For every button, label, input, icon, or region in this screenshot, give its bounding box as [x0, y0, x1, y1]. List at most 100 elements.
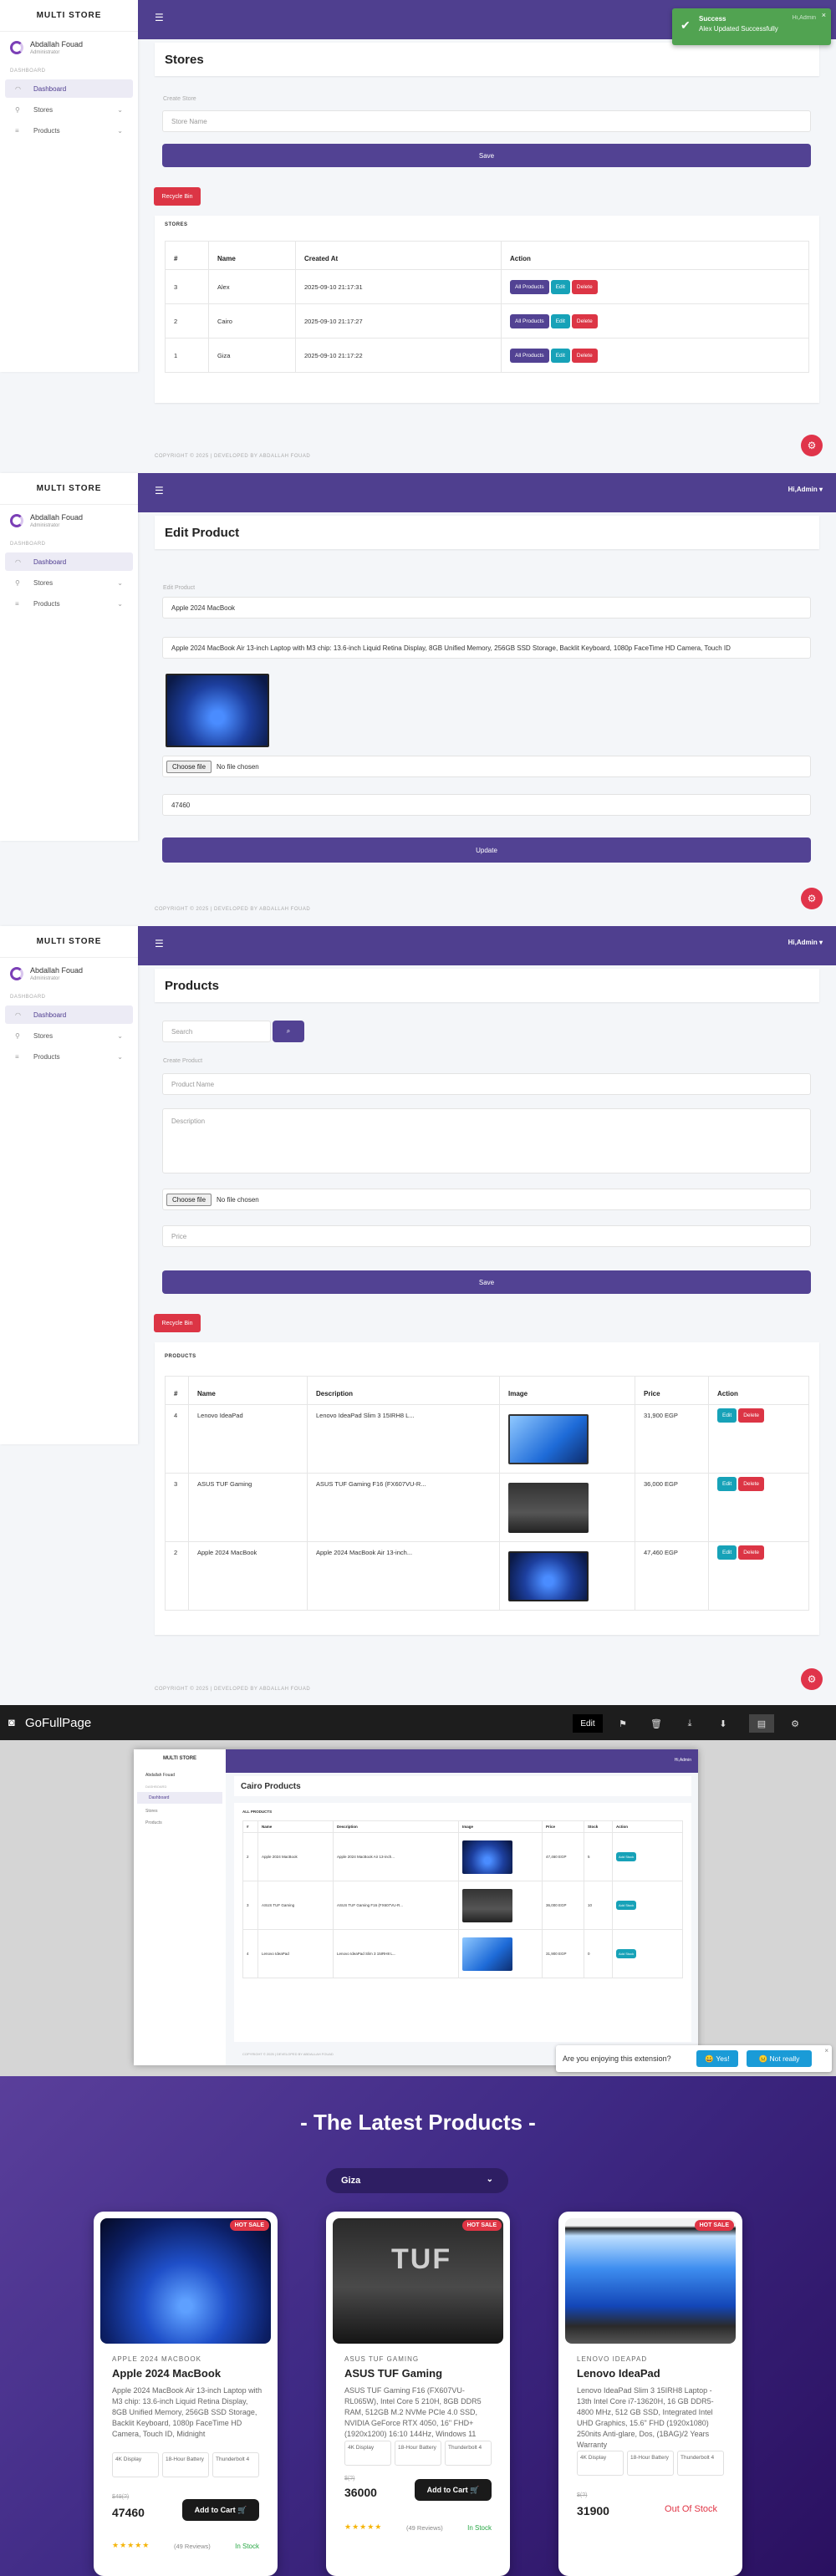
sidebar-item-dashboard[interactable]: ◠ Dashboard: [5, 552, 133, 571]
sidebar-item-dashboard[interactable]: ◠ Dashboard: [5, 79, 133, 98]
col-header: Price: [542, 1820, 584, 1833]
delete-button[interactable]: Delete: [738, 1408, 764, 1423]
col-header: Image: [499, 1376, 635, 1405]
update-button[interactable]: Update: [162, 837, 811, 863]
choose-file-button[interactable]: Choose file: [166, 1193, 212, 1206]
chevron-down-icon: ⌄: [117, 1052, 123, 1061]
col-header: Name: [188, 1376, 308, 1405]
menu-icon[interactable]: ☰: [155, 12, 164, 23]
sidebar-item-label: Stores: [33, 1031, 54, 1040]
sidebar: MULTI STORE Abdallah Fouad Administrator…: [0, 926, 138, 1444]
sidebar-item-products[interactable]: ≡ Products ⌄: [5, 1047, 133, 1066]
row-id: 2: [242, 1832, 258, 1881]
product-thumbnail: [508, 1482, 589, 1533]
admin-dropdown[interactable]: Hi,Admin ▾: [788, 939, 823, 946]
notes-icon[interactable]: ▤: [749, 1714, 774, 1733]
row-actions: Edit Delete: [708, 1541, 809, 1611]
product-specs: 4K Display 18-Hour Battery Thunderbolt 4: [112, 2452, 259, 2477]
add-stock-button[interactable]: Add Stock: [616, 1852, 637, 1861]
product-card[interactable]: HOT SALE APPLE 2024 MACBOOK Apple 2024 M…: [94, 2212, 278, 2576]
row-name: Lenovo IdeaPad: [188, 1404, 308, 1474]
spec-port: Thunderbolt 4: [677, 2451, 724, 2476]
add-to-cart-button[interactable]: Add to Cart 🛒: [182, 2499, 259, 2521]
product-specs: 4K Display 18-Hour Battery Thunderbolt 4: [577, 2451, 724, 2476]
trash-icon[interactable]: 🗑: [644, 1714, 669, 1733]
user-name: Abdallah Fouad: [30, 40, 84, 48]
col-header: Image: [458, 1820, 543, 1833]
product-description-input[interactable]: Apple 2024 MacBook Air 13-inch Laptop wi…: [162, 637, 811, 659]
all-products-button[interactable]: All Products: [510, 279, 549, 294]
close-icon[interactable]: ×: [824, 2047, 828, 2054]
file-input[interactable]: Choose file No file chosen: [162, 1189, 811, 1210]
pdf-download-icon[interactable]: ⤓: [677, 1714, 702, 1733]
settings-fab[interactable]: ⚙: [801, 1668, 823, 1690]
preview-nav-stores: Stores: [145, 1809, 158, 1814]
survey-yes-button[interactable]: 😀 Yes!: [696, 2050, 738, 2067]
store-name-input[interactable]: Store Name: [162, 110, 811, 132]
stores-table: # Name Created At Action 3 Alex 2025-09-…: [165, 241, 809, 373]
delete-button[interactable]: Delete: [571, 279, 598, 294]
store-select[interactable]: Giza ⌄: [326, 2168, 508, 2193]
product-name-input[interactable]: Product Name: [162, 1073, 811, 1095]
row-created: 2025-09-10 21:17:31: [295, 269, 502, 304]
chevron-down-icon: ⌄: [117, 578, 123, 587]
sidebar-item-dashboard[interactable]: ◠ Dashboard: [5, 1005, 133, 1024]
product-thumbnail: [462, 1840, 512, 1874]
admin-dropdown[interactable]: Hi,Admin ▾: [788, 486, 823, 493]
delete-button[interactable]: Delete: [571, 348, 598, 363]
add-stock-button[interactable]: Add Stock: [616, 1901, 637, 1910]
price-input[interactable]: Price: [162, 1225, 811, 1247]
survey-no-button[interactable]: 😐 Not really: [747, 2050, 812, 2067]
recycle-bin-button[interactable]: Recycle Bin: [154, 1314, 201, 1332]
sidebar-item-stores[interactable]: ⚲ Stores ⌄: [5, 1026, 133, 1045]
avatar: [10, 514, 23, 527]
all-products-button[interactable]: All Products: [510, 313, 549, 328]
delete-button[interactable]: Delete: [571, 313, 598, 328]
description-input[interactable]: Description: [162, 1108, 811, 1173]
settings-fab[interactable]: ⚙: [801, 435, 823, 456]
admin-label: Hi,Admin: [788, 486, 818, 493]
product-card[interactable]: HOT SALE LENOVO IDEAPAD Lenovo IdeaPad L…: [558, 2212, 742, 2576]
search-input[interactable]: Search: [162, 1021, 271, 1042]
choose-file-button[interactable]: Choose file: [166, 760, 212, 773]
edit-button[interactable]: Edit: [550, 313, 570, 328]
menu-icon[interactable]: ☰: [155, 938, 164, 949]
add-stock-button[interactable]: Add Stock: [616, 1949, 637, 1958]
settings-fab[interactable]: ⚙: [801, 888, 823, 909]
sidebar-item-stores[interactable]: ⚲ Stores ⌄: [5, 100, 133, 119]
cart-icon: 🛒: [237, 2505, 247, 2514]
close-icon[interactable]: ×: [822, 11, 826, 19]
recycle-bin-button[interactable]: Recycle Bin: [154, 187, 201, 206]
flag-icon[interactable]: ⚑: [610, 1714, 635, 1733]
product-card[interactable]: TUF HOT SALE ASUS TUF GAMING ASUS TUF Ga…: [326, 2212, 510, 2576]
row-name: ASUS TUF Gaming: [188, 1473, 308, 1542]
add-to-cart-button[interactable]: Add to Cart 🛒: [415, 2479, 492, 2501]
price-input[interactable]: 47460: [162, 794, 811, 816]
file-input[interactable]: Choose file No file chosen: [162, 756, 811, 777]
delete-button[interactable]: Delete: [738, 1477, 764, 1491]
row-stock: 10: [584, 1881, 613, 1930]
edit-button[interactable]: Edit: [717, 1408, 737, 1423]
row-id: 2: [165, 1541, 189, 1611]
sidebar-item-products[interactable]: ≡ Products ⌄: [5, 121, 133, 140]
product-name-input[interactable]: Apple 2024 MacBook: [162, 597, 811, 619]
row-image: [499, 1541, 635, 1611]
preview-brand: MULTI STORE: [162, 1756, 197, 1761]
edit-button[interactable]: Edit: [550, 348, 570, 363]
save-button[interactable]: Save: [162, 1270, 811, 1294]
sidebar-item-stores[interactable]: ⚲ Stores ⌄: [5, 573, 133, 592]
menu-icon[interactable]: ☰: [155, 485, 164, 496]
sidebar-item-products[interactable]: ≡ Products ⌄: [5, 594, 133, 613]
save-button[interactable]: Save: [162, 144, 811, 167]
edit-button[interactable]: Edit: [717, 1477, 737, 1491]
download-icon[interactable]: ⬇: [711, 1714, 736, 1733]
delete-button[interactable]: Delete: [738, 1545, 764, 1560]
all-products-button[interactable]: All Products: [510, 348, 549, 363]
edit-button[interactable]: Edit: [717, 1545, 737, 1560]
search-button[interactable]: ⌕: [273, 1021, 304, 1042]
row-description: Lenovo IdeaPad Slim 3 15IRH8 L...: [307, 1404, 500, 1474]
gear-icon[interactable]: ⚙: [782, 1714, 808, 1733]
edit-button[interactable]: Edit: [573, 1714, 603, 1733]
edit-button[interactable]: Edit: [550, 279, 570, 294]
sidebar-item-label: Dashboard: [33, 557, 67, 566]
